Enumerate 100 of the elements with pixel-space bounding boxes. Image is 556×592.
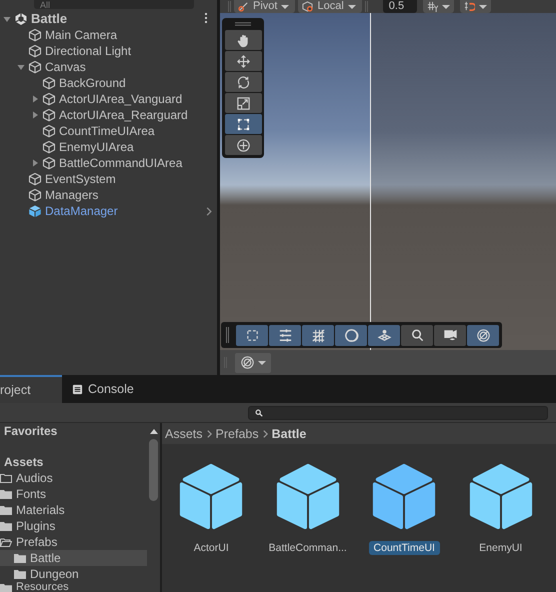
overlay-button[interactable]	[434, 324, 466, 346]
panel-tab[interactable]: roject	[0, 375, 62, 403]
hand-icon	[236, 32, 250, 48]
asset-label[interactable]: EnemyUI	[474, 541, 528, 555]
folder-icon	[0, 473, 12, 483]
gizmo-icon	[476, 328, 490, 342]
overlay-button[interactable]	[236, 324, 268, 346]
folder-item[interactable]: Plugins	[0, 518, 147, 534]
expand-arrow-icon[interactable]	[30, 94, 40, 104]
overlay-button[interactable]	[302, 324, 334, 346]
tree-item[interactable]: CountTimeUIArea	[42, 123, 155, 139]
rotate-icon	[236, 74, 250, 90]
search-icon	[410, 328, 424, 342]
favorites-header[interactable]: Favorites	[0, 423, 147, 439]
search-field[interactable]	[248, 406, 548, 420]
scene-icon	[14, 12, 28, 26]
rect-icon	[244, 328, 260, 342]
asset-label[interactable]: ActorUI	[188, 541, 234, 555]
gizmo-dropdown[interactable]	[235, 352, 271, 372]
breadcrumb-link[interactable]: Assets	[165, 426, 203, 440]
folder-icon	[0, 505, 12, 515]
space-dropdown[interactable]: Local	[298, 0, 362, 13]
scroll-up-icon[interactable]	[150, 429, 158, 435]
cube-icon	[42, 108, 56, 122]
layout-icon	[278, 328, 292, 342]
folder-item[interactable]: Battle	[0, 550, 147, 566]
folder-item[interactable]: Resources	[0, 582, 147, 592]
scrollbar-thumb[interactable]	[149, 439, 158, 501]
folder-icon	[0, 521, 12, 531]
tool-button[interactable]	[224, 30, 262, 50]
overlay-button[interactable]	[335, 324, 367, 346]
move-icon	[236, 54, 250, 68]
tree-item[interactable]: Canvas	[28, 59, 86, 75]
overlay-button[interactable]	[368, 324, 400, 346]
folder-icon	[14, 569, 26, 579]
chevron-icon	[262, 428, 269, 438]
panel-tab[interactable]: Console	[62, 375, 144, 403]
tree-item[interactable]: EventSystem	[28, 171, 116, 187]
cube-icon	[42, 124, 56, 138]
folder-item[interactable]: Audios	[0, 470, 147, 486]
expand-arrow-icon[interactable]	[30, 110, 40, 120]
tree-item[interactable]: ActorUIArea_Vanguard	[42, 91, 182, 107]
cube-icon	[28, 28, 42, 42]
expand-arrow-icon[interactable]	[30, 158, 40, 168]
layers-icon	[376, 328, 392, 342]
transform-icon	[236, 138, 250, 152]
tree-item[interactable]: Directional Light	[28, 43, 132, 59]
scale-icon	[236, 96, 250, 110]
caret-icon	[442, 4, 450, 10]
grid-snap-button[interactable]	[422, 0, 454, 13]
caret-icon	[281, 4, 290, 10]
tree-item[interactable]: BackGround	[42, 75, 126, 91]
prefab-cube-icon	[28, 204, 42, 218]
tree-item[interactable]: ActorUIArea_Rearguard	[42, 107, 188, 123]
more-menu-icon[interactable]	[204, 12, 208, 24]
breadcrumb-link[interactable]: Battle	[272, 426, 306, 440]
tool-button[interactable]	[224, 51, 262, 71]
drag-handle-icon[interactable]	[235, 22, 251, 26]
folder-icon	[0, 582, 12, 592]
caret-icon	[478, 4, 487, 10]
cube-icon	[42, 140, 56, 154]
tree-item[interactable]: EnemyUIArea	[42, 139, 134, 155]
folder-item[interactable]: Fonts	[0, 486, 147, 502]
breadcrumb-link[interactable]: Prefabs	[216, 426, 259, 440]
tool-button[interactable]	[224, 72, 262, 92]
tree-item[interactable]: BattleCommandUIArea	[42, 155, 182, 171]
folder-item[interactable]: Materials	[0, 502, 147, 518]
folder-icon	[0, 489, 12, 499]
tool-button[interactable]	[224, 93, 262, 113]
overlay-button[interactable]	[401, 324, 433, 346]
search-icon	[255, 408, 263, 416]
caret-icon	[348, 4, 356, 10]
tree-item[interactable]: DataManager	[28, 203, 118, 219]
expand-arrow-icon[interactable]	[16, 62, 26, 72]
tool-button[interactable]	[224, 114, 262, 134]
asset-label[interactable]: BattleComman...	[264, 541, 352, 555]
cube-icon	[42, 76, 56, 90]
magnet-icon	[464, 1, 475, 12]
folder-item[interactable]: Dungeon	[0, 566, 147, 582]
folder-item[interactable]: Prefabs	[0, 534, 147, 550]
chevron-right-icon[interactable]	[205, 206, 213, 217]
search-field[interactable]: All	[34, 0, 194, 9]
tool-button[interactable]	[224, 135, 262, 155]
overlay-button[interactable]	[269, 324, 301, 346]
shading-icon	[344, 328, 358, 342]
gizmo-icon	[240, 355, 255, 370]
caret-icon	[258, 360, 266, 366]
cube-icon	[28, 44, 42, 58]
scene-view[interactable]	[220, 13, 556, 350]
folder-icon	[14, 553, 26, 563]
pivot-dropdown[interactable]: Pivot	[234, 0, 296, 13]
snap-value-field[interactable]: 0.5	[382, 0, 417, 13]
magnet-snap-button[interactable]	[460, 0, 491, 13]
cube-icon	[302, 1, 314, 12]
asset-label[interactable]: CountTimeUI	[368, 541, 440, 555]
chevron-icon	[206, 428, 213, 438]
overlay-button[interactable]	[467, 324, 499, 346]
tree-item[interactable]: Managers	[28, 187, 98, 203]
tree-item[interactable]: Battle	[14, 10, 68, 26]
tree-item[interactable]: Main Camera	[28, 27, 118, 43]
